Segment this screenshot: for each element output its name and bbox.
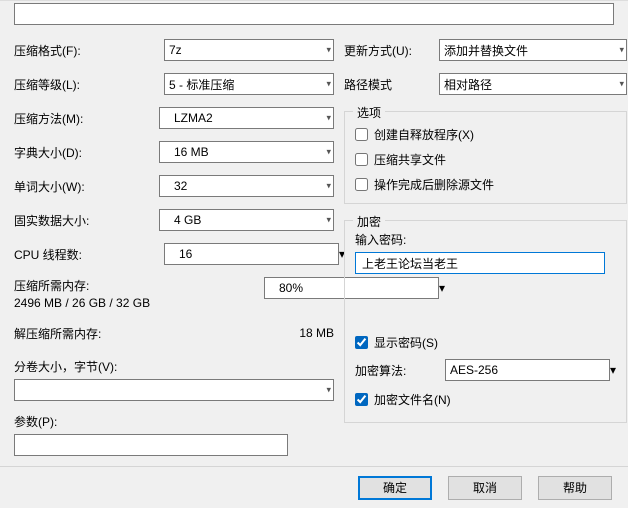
- split-combo[interactable]: [14, 379, 334, 401]
- sfx-label: 创建自释放程序(X): [374, 126, 474, 143]
- level-label: 压缩等级(L):: [14, 76, 164, 93]
- format-label: 压缩格式(F):: [14, 42, 164, 59]
- threads-combo[interactable]: [164, 243, 339, 265]
- solid-label: 固实数据大小:: [14, 212, 159, 229]
- share-checkbox[interactable]: [355, 153, 368, 166]
- word-label: 单词大小(W):: [14, 178, 159, 195]
- memcomp-label: 压缩所需内存:: [14, 277, 264, 294]
- archive-path-row: [0, 1, 628, 27]
- delete-checkbox[interactable]: [355, 178, 368, 191]
- encrypt-names-label: 加密文件名(N): [374, 391, 451, 408]
- share-label: 压缩共享文件: [374, 151, 446, 168]
- dialog-columns: 压缩格式(F): ▾ 压缩等级(L): ▾ 压缩方法(M): * ▾: [0, 27, 628, 492]
- encryption-fieldset: 加密 输入密码: 显示密码(S) 加密算法: ▾ 加密文件名(N): [344, 220, 627, 423]
- archive-path-input[interactable]: [14, 3, 614, 25]
- update-combo[interactable]: [439, 39, 627, 61]
- format-combo[interactable]: [164, 39, 334, 61]
- path-label: 路径模式: [344, 76, 439, 93]
- dialog-footer: 确定 取消 帮助: [0, 466, 628, 508]
- show-password-label: 显示密码(S): [374, 334, 438, 351]
- method-label: 压缩方法(M):: [14, 110, 159, 127]
- left-column: 压缩格式(F): ▾ 压缩等级(L): ▾ 压缩方法(M): * ▾: [14, 27, 334, 492]
- compress-dialog: 压缩格式(F): ▾ 压缩等级(L): ▾ 压缩方法(M): * ▾: [0, 0, 628, 508]
- params-input[interactable]: [14, 434, 288, 456]
- algo-label: 加密算法:: [355, 362, 435, 379]
- algo-combo[interactable]: [445, 359, 610, 381]
- word-combo[interactable]: [159, 175, 334, 197]
- level-combo[interactable]: [164, 73, 334, 95]
- split-label: 分卷大小，字节(V):: [14, 358, 334, 375]
- params-label: 参数(P):: [14, 413, 334, 430]
- encrypt-names-checkbox[interactable]: [355, 393, 368, 406]
- dict-label: 字典大小(D):: [14, 144, 159, 161]
- memdecomp-label: 解压缩所需内存:: [14, 325, 299, 342]
- memdecomp-value: 18 MB: [299, 326, 334, 340]
- right-column: 更新方式(U): ▾ 路径模式 ▾ 选项 创建自释放程序(X): [334, 27, 627, 492]
- sfx-checkbox[interactable]: [355, 128, 368, 141]
- ok-button[interactable]: 确定: [358, 476, 432, 500]
- update-label: 更新方式(U):: [344, 42, 439, 59]
- cancel-button[interactable]: 取消: [448, 476, 522, 500]
- show-password-checkbox[interactable]: [355, 336, 368, 349]
- options-fieldset: 选项 创建自释放程序(X) 压缩共享文件 操作完成后删除源文件: [344, 111, 627, 204]
- options-legend: 选项: [353, 104, 385, 121]
- method-combo[interactable]: [159, 107, 334, 129]
- threads-label: CPU 线程数:: [14, 246, 164, 263]
- encryption-legend: 加密: [353, 213, 385, 230]
- delete-label: 操作完成后删除源文件: [374, 176, 494, 193]
- password-input[interactable]: [355, 252, 605, 274]
- chevron-down-icon: ▾: [610, 363, 616, 377]
- memcomp-sub: 2496 MB / 26 GB / 32 GB: [14, 296, 264, 310]
- solid-combo[interactable]: [159, 209, 334, 231]
- path-combo[interactable]: [439, 73, 627, 95]
- dict-combo[interactable]: [159, 141, 334, 163]
- password-label: 输入密码:: [355, 231, 616, 248]
- help-button[interactable]: 帮助: [538, 476, 612, 500]
